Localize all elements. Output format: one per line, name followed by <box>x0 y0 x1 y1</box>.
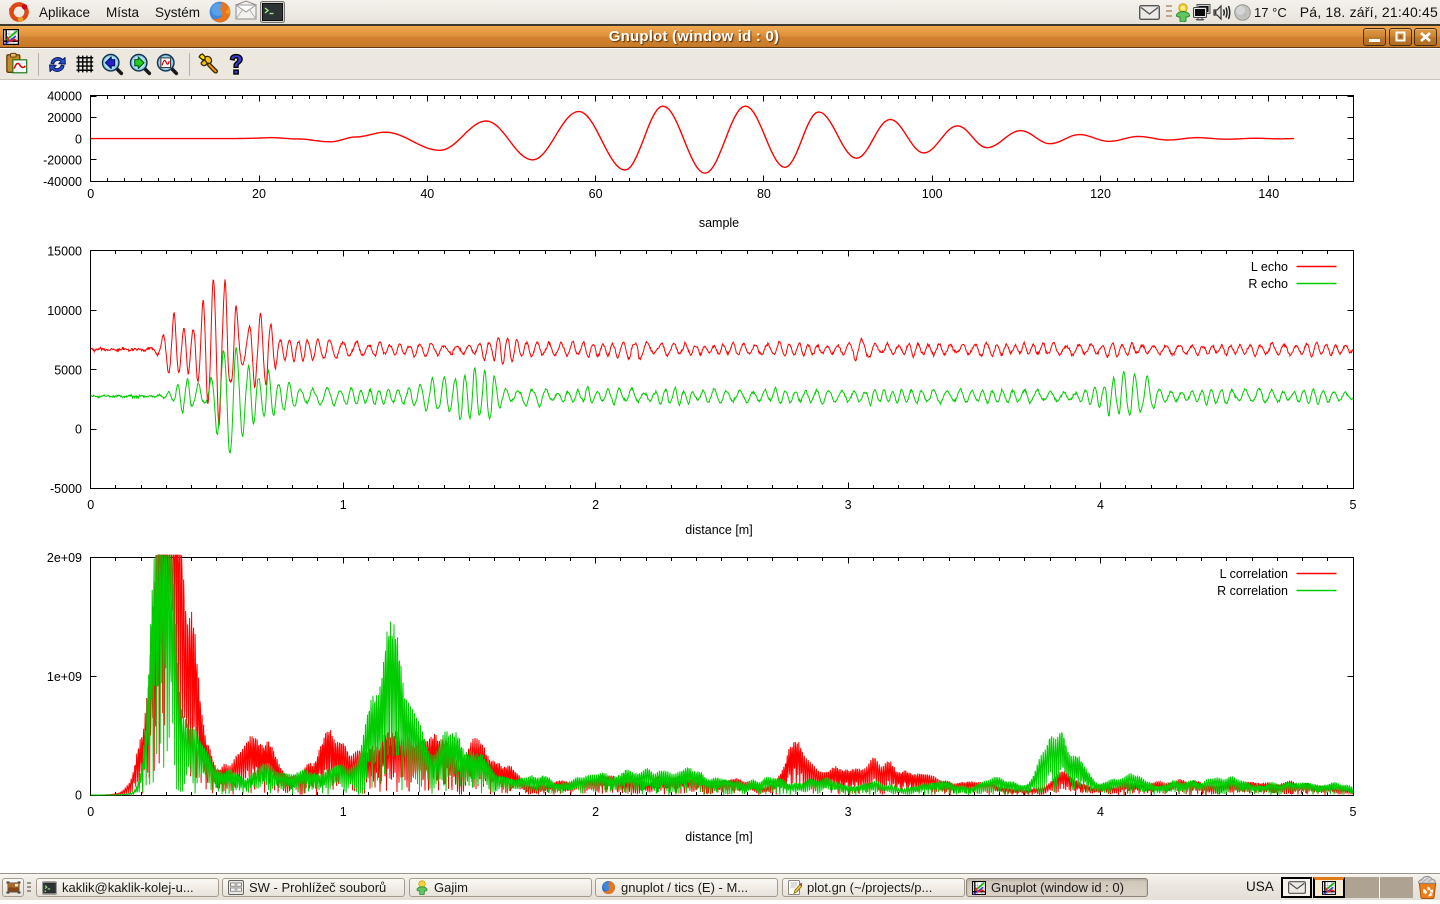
svg-text:20000: 20000 <box>47 111 82 125</box>
svg-text:2: 2 <box>592 498 599 512</box>
svg-text:80: 80 <box>757 187 771 201</box>
svg-text:L correlation: L correlation <box>1220 567 1288 581</box>
svg-text:0: 0 <box>87 498 94 512</box>
svg-text:0: 0 <box>75 423 82 437</box>
svg-text:20: 20 <box>252 187 266 201</box>
svg-text:0: 0 <box>87 187 94 201</box>
svg-text:sample: sample <box>699 216 739 230</box>
svg-text:5: 5 <box>1350 498 1357 512</box>
svg-text:3: 3 <box>845 498 852 512</box>
svg-text:40000: 40000 <box>47 90 82 104</box>
svg-text:0: 0 <box>87 805 94 819</box>
svg-text:4: 4 <box>1097 498 1104 512</box>
svg-text:-5000: -5000 <box>50 482 82 496</box>
svg-text:3: 3 <box>845 805 852 819</box>
svg-text:10000: 10000 <box>47 304 82 318</box>
svg-text:100: 100 <box>922 187 943 201</box>
svg-text:distance [m]: distance [m] <box>685 830 752 844</box>
svg-text:R correlation: R correlation <box>1217 584 1288 598</box>
svg-text:1: 1 <box>340 498 347 512</box>
svg-text:2e+09: 2e+09 <box>47 551 82 565</box>
svg-text:1: 1 <box>340 805 347 819</box>
svg-text:-20000: -20000 <box>43 154 82 168</box>
svg-text:2: 2 <box>592 805 599 819</box>
svg-text:0: 0 <box>75 132 82 146</box>
svg-text:140: 140 <box>1258 187 1279 201</box>
svg-text:15000: 15000 <box>47 245 82 259</box>
svg-text:1e+09: 1e+09 <box>47 670 82 684</box>
svg-text:5000: 5000 <box>54 363 82 377</box>
svg-text:-40000: -40000 <box>43 175 82 189</box>
svg-text:L echo: L echo <box>1251 260 1288 274</box>
svg-text:4: 4 <box>1097 805 1104 819</box>
svg-text:120: 120 <box>1090 187 1111 201</box>
svg-text:distance [m]: distance [m] <box>685 523 752 537</box>
svg-text:0: 0 <box>75 789 82 803</box>
svg-text:40: 40 <box>420 187 434 201</box>
svg-text:5: 5 <box>1350 805 1357 819</box>
svg-text:60: 60 <box>589 187 603 201</box>
svg-text:R echo: R echo <box>1248 277 1288 291</box>
